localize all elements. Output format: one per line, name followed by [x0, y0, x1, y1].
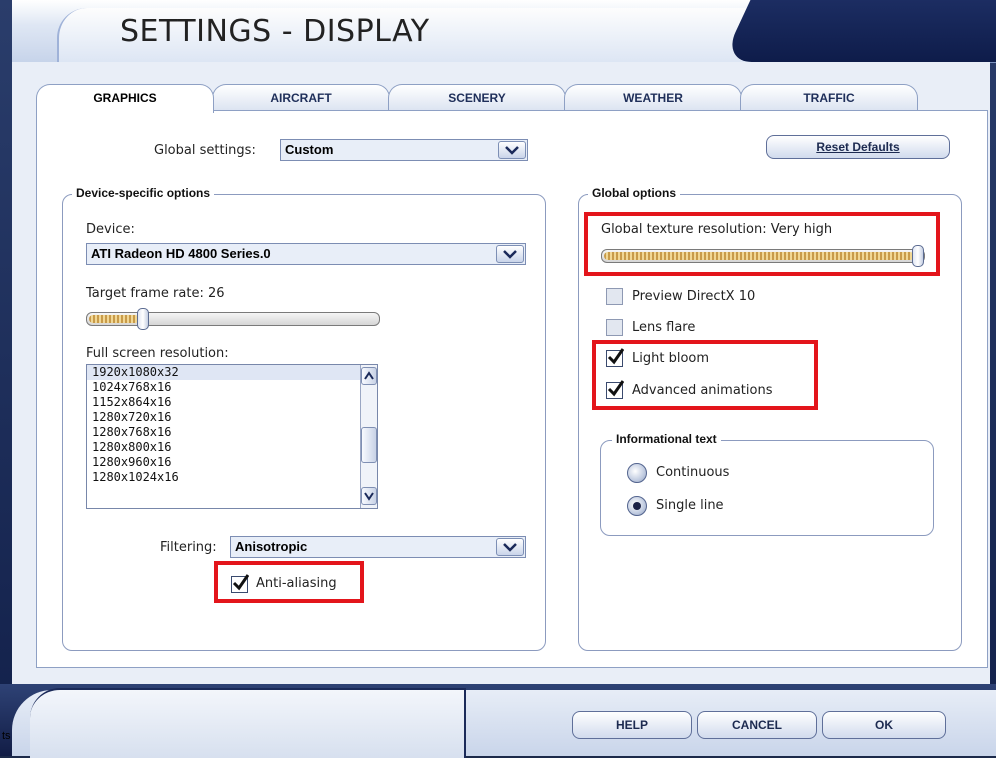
resolution-list-item[interactable]: 1280x800x16 [87, 440, 377, 455]
single-line-radio[interactable] [627, 496, 647, 516]
tab-graphics[interactable]: GRAPHICS [36, 84, 214, 113]
cancel-button[interactable]: CANCEL [697, 711, 817, 739]
help-button[interactable]: HELP [572, 711, 692, 739]
highlight-box-texture [584, 212, 940, 276]
info-text-group [600, 440, 934, 536]
filtering-label: Filtering: [160, 540, 217, 555]
frame-rate-label: Target frame rate: 26 [86, 286, 225, 301]
frame-rate-thumb[interactable] [137, 308, 149, 330]
device-options-title: Device-specific options [72, 186, 215, 200]
resolution-list-item[interactable]: 1280x1024x16 [87, 470, 377, 485]
chevron-down-icon[interactable] [496, 245, 524, 263]
resolution-list-item[interactable]: 1152x864x16 [87, 395, 377, 410]
device-select[interactable]: ATI Radeon HD 4800 Series.0 [86, 243, 526, 265]
reset-defaults-label: Reset Defaults [816, 140, 900, 154]
lens-flare-checkbox[interactable] [606, 319, 623, 336]
frame-rate-fill [89, 315, 139, 323]
lens-flare-label: Lens flare [632, 320, 696, 335]
status-panel [30, 688, 466, 758]
preview-directx10-checkbox[interactable] [606, 288, 623, 305]
filtering-select[interactable]: Anisotropic [230, 536, 526, 558]
tab-aircraft[interactable]: AIRCRAFT [212, 84, 390, 111]
continuous-radio[interactable] [627, 463, 647, 483]
device-label: Device: [86, 222, 135, 237]
reset-defaults-button[interactable]: Reset Defaults [766, 135, 950, 159]
highlight-box-bloom-animations [592, 340, 818, 410]
tab-traffic[interactable]: TRAFFIC [740, 84, 918, 111]
chevron-down-icon[interactable] [496, 538, 524, 556]
tab-scenery[interactable]: SCENERY [388, 84, 566, 111]
resolution-list[interactable]: 1920x1080x32 1024x768x16 1152x864x16 1280x7… [86, 364, 378, 509]
global-settings-value: Custom [285, 142, 334, 157]
scroll-up-icon[interactable] [361, 367, 377, 385]
device-value: ATI Radeon HD 4800 Series.0 [91, 246, 271, 261]
single-line-label: Single line [656, 498, 724, 513]
page-title: SETTINGS - DISPLAY [120, 14, 430, 49]
global-settings-select[interactable]: Custom [280, 139, 528, 161]
ok-button[interactable]: OK [822, 711, 946, 739]
filtering-value: Anisotropic [235, 539, 308, 554]
scroll-thumb[interactable] [361, 427, 377, 463]
resolution-list-item[interactable]: 1024x768x16 [87, 380, 377, 395]
global-settings-label: Global settings: [154, 143, 256, 158]
scroll-down-icon[interactable] [361, 487, 377, 505]
resolution-scrollbar[interactable] [360, 365, 377, 508]
resolution-list-item[interactable]: 1280x720x16 [87, 410, 377, 425]
chevron-down-icon[interactable] [498, 141, 526, 159]
resolution-label: Full screen resolution: [86, 346, 229, 361]
resolution-list-item[interactable]: 1280x768x16 [87, 425, 377, 440]
highlight-box-anti-aliasing [214, 561, 364, 603]
corner-text: ts [2, 730, 11, 742]
global-options-title: Global options [588, 186, 680, 200]
preview-directx10-label: Preview DirectX 10 [632, 289, 756, 304]
frame-rate-slider[interactable] [86, 308, 380, 330]
info-text-title: Informational text [612, 432, 721, 446]
resolution-list-item[interactable]: 1280x960x16 [87, 455, 377, 470]
continuous-label: Continuous [656, 465, 730, 480]
resolution-list-item[interactable]: 1920x1080x32 [87, 365, 377, 380]
tab-weather[interactable]: WEATHER [564, 84, 742, 111]
